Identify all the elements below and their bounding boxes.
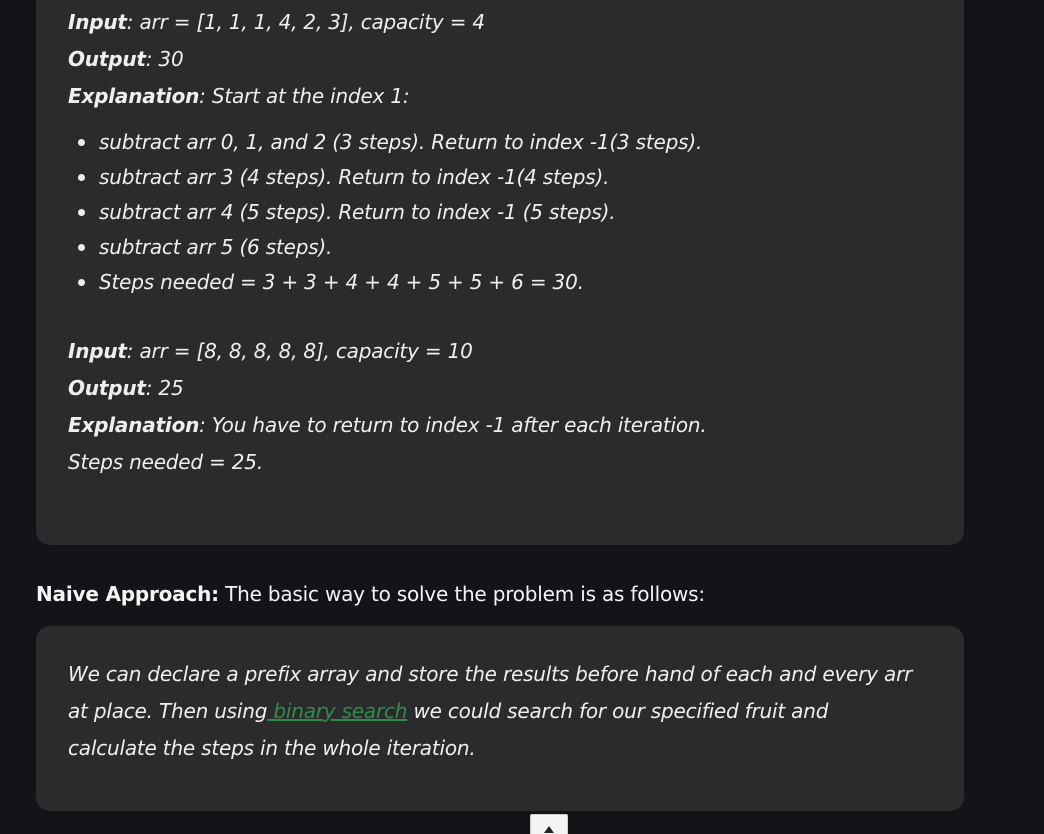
list-item: Steps needed = 3 + 3 + 4 + 4 + 5 + 5 + 6… [68,265,702,300]
output-value: : 25 [145,376,184,400]
example-2: Input: arr = [8, 8, 8, 8, 8], capacity =… [68,333,707,481]
list-item: subtract arr 0, 1, and 2 (3 steps). Retu… [68,125,702,160]
input-label: Input [68,10,127,34]
explanation-value: : You have to return to index -1 after e… [199,413,707,437]
step-text: subtract arr 5 (6 steps). [99,235,333,259]
caret-up-icon [544,826,554,833]
output-value: : 30 [145,47,184,71]
approach-line-3: calculate the steps in the whole iterati… [68,736,476,760]
naive-approach-heading: Naive Approach: The basic way to solve t… [36,578,705,610]
output-label: Output [68,47,146,71]
bullet-icon [78,209,85,216]
approach-line-1: We can declare a prefix array and store … [68,662,913,686]
explanation-value: : Start at the index 1: [199,84,410,108]
list-item: subtract arr 4 (5 steps). Return to inde… [68,195,702,230]
approach-text: We can declare a prefix array and store … [68,656,938,767]
binary-search-link[interactable]: binary search [267,699,407,723]
step-text: subtract arr 4 (5 steps). Return to inde… [99,200,616,224]
approach-line-2-after: we could search for our specified fruit … [407,699,829,723]
step-text: subtract arr 3 (4 steps). Return to inde… [99,165,610,189]
example-1: Input: arr = [1, 1, 1, 4, 2, 3], capacit… [68,4,485,115]
example-1-explanation: Explanation: Start at the index 1: [68,78,485,115]
steps-list: subtract arr 0, 1, and 2 (3 steps). Retu… [68,125,702,300]
approach-box: We can declare a prefix array and store … [36,626,964,811]
explanation-label: Explanation [68,413,200,437]
input-value: : arr = [1, 1, 1, 4, 2, 3], capacity = 4 [126,10,485,34]
output-label: Output [68,376,146,400]
approach-line-2: at place. Then using binary search we co… [68,693,938,730]
heading-text: The basic way to solve the problem is as… [218,582,705,606]
bullet-icon [78,139,85,146]
bullet-icon [78,244,85,251]
example-1-input: Input: arr = [1, 1, 1, 4, 2, 3], capacit… [68,4,485,41]
step-text: subtract arr 0, 1, and 2 (3 steps). Retu… [99,130,703,154]
example-2-input: Input: arr = [8, 8, 8, 8, 8], capacity =… [68,333,707,370]
heading-bold: Naive Approach: [36,582,219,606]
examples-box: Input: arr = [1, 1, 1, 4, 2, 3], capacit… [36,0,964,545]
example-2-output: Output: 25 [68,370,707,407]
bullet-icon [78,174,85,181]
scroll-to-top-button[interactable] [530,814,568,834]
input-value: : arr = [8, 8, 8, 8, 8], capacity = 10 [126,339,473,363]
example-2-steps: Steps needed = 25. [68,450,263,474]
bullet-icon [78,279,85,286]
example-2-explanation: Explanation: You have to return to index… [68,407,707,444]
page: Input: arr = [1, 1, 1, 4, 2, 3], capacit… [0,0,1044,834]
input-label: Input [68,339,127,363]
list-item: subtract arr 3 (4 steps). Return to inde… [68,160,702,195]
example-1-output: Output: 30 [68,41,485,78]
approach-line-2-before: at place. Then using [68,699,268,723]
explanation-label: Explanation [68,84,200,108]
list-item: subtract arr 5 (6 steps). [68,230,702,265]
step-text: Steps needed = 3 + 3 + 4 + 4 + 5 + 5 + 6… [99,270,584,294]
